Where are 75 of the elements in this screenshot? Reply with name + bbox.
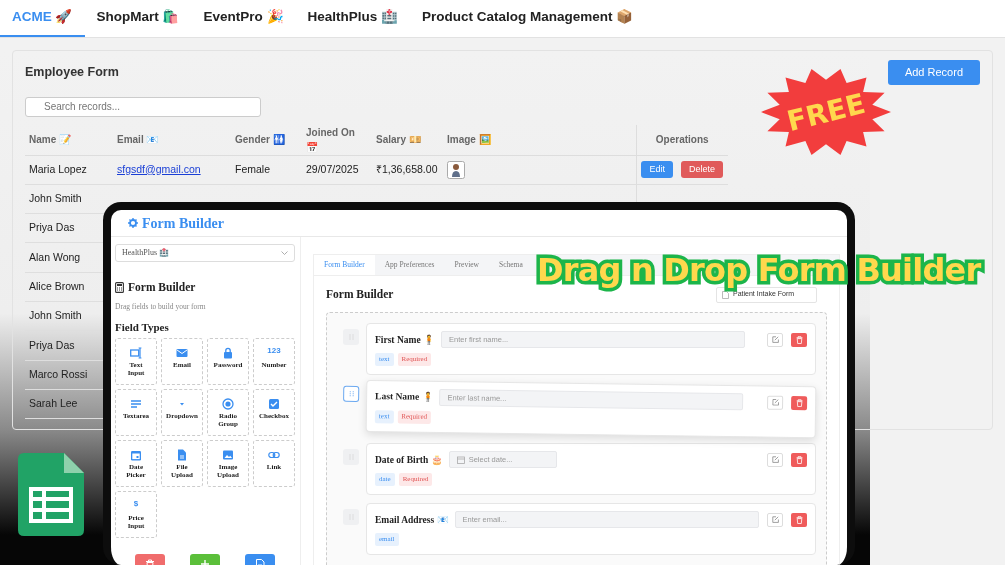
table-cell: Sarah Lee (29, 397, 78, 410)
file-icon (176, 449, 188, 461)
field-label: First Name 🧍 (375, 333, 435, 347)
edit-button[interactable] (767, 452, 783, 467)
trash-icon (145, 558, 156, 565)
grip-icon (348, 390, 354, 398)
chevron-icon (281, 251, 288, 255)
table-cell: Marco Rossi (29, 367, 88, 380)
headline: Drag n Drop Form Builder (537, 252, 981, 289)
text-field-icon (130, 347, 142, 359)
edit-icon (771, 456, 779, 464)
checkbox-icon (268, 398, 280, 410)
image-icon (222, 449, 234, 461)
lock-icon (222, 347, 234, 359)
field-label: Last Name 🧍 (375, 390, 434, 405)
app-tab[interactable]: EventPro 🎉 (191, 0, 296, 37)
drag-handle[interactable] (343, 385, 360, 403)
radio-icon (222, 398, 234, 410)
table-cell: John Smith (29, 192, 82, 205)
table-cell: Female (235, 162, 270, 175)
file-icon (254, 558, 265, 565)
app-tab[interactable]: HealthPlus 🏥 (295, 0, 411, 37)
badge-text: FREE (783, 86, 869, 139)
table-cell: Priya Das (29, 221, 75, 234)
table-cell: Priya Das (29, 338, 75, 351)
table-cell: 29/07/2025 (306, 162, 359, 175)
edit-button[interactable] (767, 332, 783, 347)
table-cell: John Smith (29, 309, 82, 322)
table-cell: Maria Lopez (29, 162, 87, 175)
panel-title: Form Builder (128, 280, 196, 295)
edit-button[interactable] (767, 512, 783, 527)
table-cell: Alan Wong (29, 250, 81, 263)
calendar-icon (130, 449, 142, 461)
spreadsheet-icon (18, 453, 84, 536)
document-icon (722, 290, 729, 299)
column-header: Name 📝 (29, 134, 71, 145)
email-link[interactable]: sfgsdf@gmail.con (117, 162, 201, 175)
column-header: Operations (655, 134, 709, 145)
trash-icon (795, 398, 803, 407)
field-label: Email Address 📧 (375, 513, 449, 527)
app-tab[interactable]: Product Catalog Management 📦 (410, 0, 646, 37)
column-header: Email 📧 (117, 134, 159, 145)
column-header: Joined On 📅 (306, 126, 355, 153)
app-tab[interactable]: ShopMart 🛍 (84, 0, 192, 37)
envelope-icon (176, 347, 188, 359)
delete-button[interactable] (791, 512, 807, 527)
delete-button[interactable] (791, 395, 808, 410)
calendar-icon (456, 455, 465, 464)
dollar-icon: $ (133, 500, 139, 512)
delete-button[interactable] (791, 332, 807, 347)
edit-button[interactable] (767, 395, 784, 410)
column-header: Image 🖼 (447, 134, 491, 145)
section-title: Field Types (115, 319, 170, 335)
column-header: Gender 🚻 (235, 134, 285, 145)
gear-icon (128, 218, 138, 228)
card-title: Employee Form (25, 63, 119, 81)
table-cell: ₹1,36,658.00 (376, 162, 438, 175)
number-icon: 123 (267, 347, 281, 359)
edit-icon (771, 398, 779, 407)
canvas-title: Form Builder (326, 287, 394, 302)
search-field[interactable]: Search records... (25, 96, 261, 117)
trash-icon (795, 335, 803, 344)
field-label: Date of Birth 🎂 (375, 453, 443, 467)
column-header: Salary 💴 (376, 134, 421, 145)
edit-icon (771, 516, 779, 524)
edit-icon (771, 336, 779, 344)
trash-icon (795, 455, 803, 464)
delete-button[interactable] (791, 452, 807, 467)
app-select[interactable]: HealthPlus 🏥 (115, 244, 295, 262)
table-cell: Alice Brown (29, 279, 85, 292)
trash-icon (795, 515, 803, 524)
app-tab[interactable]: ACME 🚀 (0, 0, 85, 37)
calculator-icon (115, 282, 124, 294)
link-icon (268, 449, 280, 461)
lines-icon (130, 398, 142, 410)
